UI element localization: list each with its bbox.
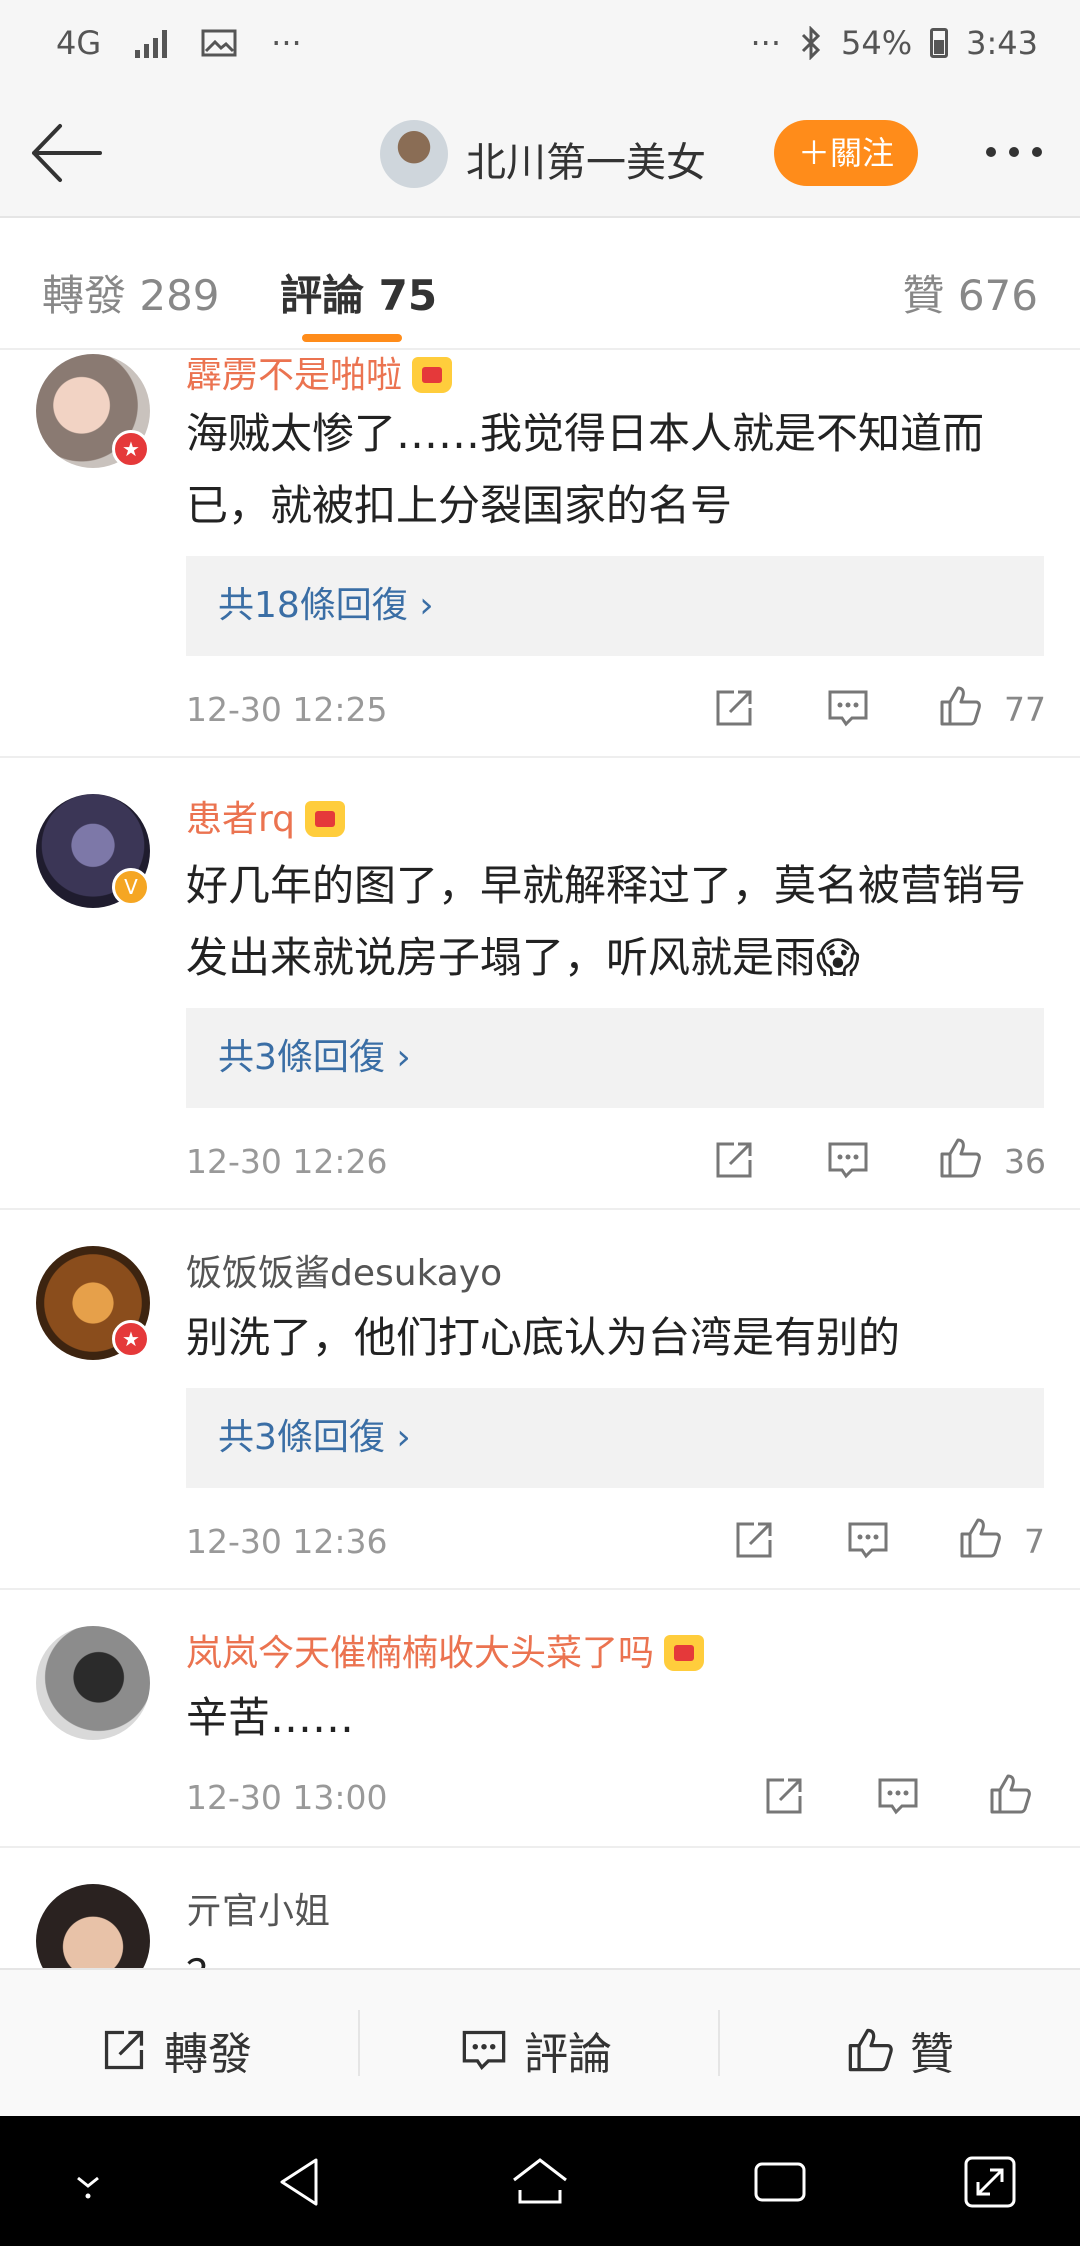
- comment-item: 亓官小姐 ？: [0, 1848, 1080, 1968]
- more-options-icon[interactable]: [978, 130, 1050, 174]
- commenter-name[interactable]: 霹雳不是啪啦: [186, 346, 453, 398]
- commenter-avatar[interactable]: [36, 1626, 150, 1740]
- like-icon[interactable]: [938, 684, 982, 728]
- reply-icon[interactable]: [876, 1774, 920, 1818]
- signal-icon: [135, 28, 168, 58]
- comment-text: ？: [186, 1940, 1046, 1968]
- vip-crown-icon: [412, 357, 453, 393]
- tab-bar: 轉發 289 評論 75 贊 676: [0, 218, 1080, 350]
- tab-comments[interactable]: 評論 75: [280, 262, 437, 323]
- like-icon: [848, 2028, 893, 2072]
- comment-time: 12-30 12:26: [186, 1142, 388, 1181]
- back-arrow-icon[interactable]: [26, 118, 104, 188]
- author-name[interactable]: 北川第一美女: [466, 130, 706, 188]
- follow-button[interactable]: ＋關注: [774, 120, 918, 186]
- like-label: 贊: [910, 2029, 954, 2080]
- view-replies-button[interactable]: 共18條回復 ›: [186, 556, 1044, 656]
- tab-reposts[interactable]: 轉發 289: [42, 262, 220, 323]
- commenter-name[interactable]: 亓官小姐: [186, 1882, 330, 1934]
- like-count: 7: [1024, 1522, 1045, 1561]
- clock: 3:43: [966, 24, 1038, 62]
- like-icon[interactable]: [958, 1516, 1002, 1560]
- commenter-avatar[interactable]: [36, 1884, 150, 1968]
- comment-text: 海贼太惨了……我觉得日本人就是不知道而已，就被扣上分裂国家的名号: [186, 409, 985, 530]
- verified-badge-icon: V: [112, 868, 150, 906]
- reply-icon[interactable]: [826, 1138, 870, 1182]
- vip-crown-icon: [305, 801, 346, 837]
- comment-time: 12-30 12:36: [186, 1522, 388, 1561]
- comment-icon: [462, 2030, 506, 2071]
- divider: [718, 2010, 720, 2076]
- share-icon: [104, 2030, 144, 2070]
- reply-icon[interactable]: [846, 1518, 890, 1562]
- comment-label: 評論: [524, 2029, 612, 2080]
- like-count: 36: [1004, 1142, 1046, 1181]
- comment-item: 岚岚今天催楠楠收大头菜了吗 辛苦…… 12-30 13:00: [0, 1590, 1080, 1848]
- comment-time: 12-30 12:25: [186, 690, 388, 729]
- view-replies-button[interactable]: 共3條回復 ›: [186, 1008, 1044, 1108]
- network-indicator: 4G: [56, 24, 102, 62]
- author-avatar[interactable]: [380, 120, 448, 188]
- home-nav-icon[interactable]: [510, 2152, 570, 2212]
- view-replies-button[interactable]: 共3條回復 ›: [186, 1388, 1044, 1488]
- commenter-name[interactable]: 患者rq: [186, 790, 346, 842]
- comment-item: V 患者rq 好几年的图了，早就解释过了，莫名被营销号发出来就说房子塌了，听风就…: [0, 758, 1080, 1210]
- repost-button[interactable]: 轉發: [100, 2018, 252, 2082]
- comment-item: ★ 霹雳不是啪啦 海贼太惨了……我觉得日本人就是不知道而已，就被扣上分裂国家的名…: [0, 350, 1080, 758]
- verified-badge-icon: ★: [112, 430, 150, 468]
- back-nav-icon[interactable]: [272, 2152, 332, 2212]
- like-button[interactable]: 贊: [846, 2018, 954, 2082]
- commenter-name[interactable]: 饭饭饭酱desukayo: [186, 1244, 502, 1296]
- like-count: 77: [1004, 690, 1046, 729]
- comment-time: 12-30 13:00: [186, 1778, 388, 1817]
- hide-keyboard-icon[interactable]: [58, 2152, 118, 2212]
- comment-text: 辛苦……: [186, 1693, 355, 1742]
- like-icon[interactable]: [938, 1136, 982, 1180]
- vip-crown-icon: [664, 1635, 705, 1671]
- share-icon[interactable]: [712, 1138, 756, 1182]
- nav-bar: 北川第一美女 ＋關注: [0, 90, 1080, 218]
- status-more-left: ···: [271, 24, 302, 62]
- expand-icon[interactable]: [960, 2152, 1020, 2212]
- like-icon[interactable]: [988, 1772, 1032, 1816]
- status-more-right: ···: [750, 24, 782, 62]
- comment-text: 好几年的图了，早就解释过了，莫名被营销号发出来就说房子塌了，听风就是雨😱: [186, 861, 1027, 982]
- active-tab-indicator: [302, 334, 402, 342]
- share-icon[interactable]: [732, 1518, 776, 1562]
- commenter-name[interactable]: 岚岚今天催楠楠收大头菜了吗: [186, 1624, 705, 1676]
- verified-badge-icon: ★: [112, 1320, 150, 1358]
- divider: [358, 2010, 360, 2076]
- battery-icon: [930, 28, 949, 58]
- reply-icon[interactable]: [826, 686, 870, 730]
- comment-item: ★ 饭饭饭酱desukayo 别洗了，他们打心底认为台湾是有别的 共3條回復 ›…: [0, 1210, 1080, 1590]
- status-bar: 4G ··· ··· 54% 3:43: [0, 0, 1080, 90]
- share-icon[interactable]: [762, 1774, 806, 1818]
- share-icon[interactable]: [712, 686, 756, 730]
- bluetooth-icon: [801, 26, 821, 60]
- battery-percent: 54%: [841, 24, 913, 62]
- comment-button[interactable]: 評論: [460, 2018, 612, 2082]
- repost-label: 轉發: [164, 2029, 252, 2080]
- comment-text: 别洗了，他们打心底认为台湾是有别的: [186, 1313, 901, 1362]
- system-nav-bar: [0, 2116, 1080, 2246]
- image-icon: [201, 29, 237, 57]
- bottom-action-bar: 轉發 評論 贊: [0, 1968, 1080, 2116]
- recent-apps-icon[interactable]: [750, 2152, 810, 2212]
- tab-likes[interactable]: 贊 676: [902, 262, 1038, 323]
